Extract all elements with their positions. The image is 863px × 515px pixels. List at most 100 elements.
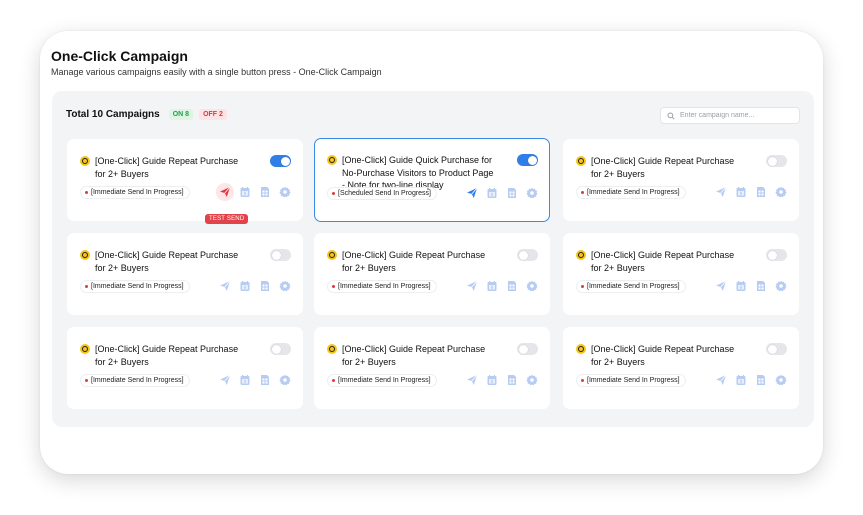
calendar-icon[interactable] (238, 279, 251, 292)
status-dot (581, 285, 584, 288)
campaign-summary: Total 10 Campaigns ON 8 OFF 2 (66, 109, 227, 120)
campaign-header: [One-Click] Guide Repeat Purchase for 2+… (327, 343, 497, 368)
page-subtitle: Manage various campaigns easily with a s… (51, 67, 382, 77)
campaign-title: [One-Click] Guide Repeat Purchase for 2+… (95, 344, 239, 367)
campaign-actions (465, 186, 538, 199)
coin-icon (80, 344, 90, 354)
document-icon[interactable] (505, 279, 518, 292)
campaign-title: [One-Click] Guide Repeat Purchase for 2+… (342, 250, 486, 273)
status-badge: [Immediate Send In Progress] (576, 186, 686, 199)
calendar-icon[interactable] (238, 373, 251, 386)
gear-icon[interactable] (278, 279, 291, 292)
campaign-card[interactable]: [One-Click] Guide Repeat Purchase for 2+… (314, 327, 550, 409)
campaign-toggle[interactable] (766, 155, 787, 167)
coin-icon (327, 250, 337, 260)
campaign-toggle[interactable] (517, 249, 538, 261)
paper-plane-icon[interactable] (714, 185, 727, 198)
status-dot (332, 192, 335, 195)
campaign-toggle[interactable] (270, 155, 291, 167)
campaign-toggle[interactable] (766, 249, 787, 261)
campaign-title: [One-Click] Guide Repeat Purchase for 2+… (591, 250, 735, 273)
status-badge: [Immediate Send In Progress] (80, 280, 190, 293)
status-text: [Scheduled Send In Progress] (338, 190, 432, 197)
campaign-card[interactable]: [One-Click] Guide Repeat Purchase for 2+… (314, 233, 550, 315)
campaign-toggle[interactable] (270, 343, 291, 355)
gear-icon[interactable] (525, 373, 538, 386)
document-icon[interactable] (505, 373, 518, 386)
campaign-actions (714, 279, 787, 292)
coin-icon (576, 156, 586, 166)
gear-icon[interactable] (525, 279, 538, 292)
calendar-icon[interactable] (734, 185, 747, 198)
gear-icon[interactable] (278, 373, 291, 386)
campaign-search[interactable] (660, 107, 800, 124)
status-text: [Immediate Send In Progress] (338, 283, 431, 290)
campaign-actions (465, 373, 538, 386)
campaign-title: [One-Click] Guide Repeat Purchase for 2+… (95, 250, 239, 273)
calendar-icon[interactable] (485, 186, 498, 199)
campaign-title: [One-Click] Guide Repeat Purchase for 2+… (95, 156, 239, 179)
campaign-card[interactable]: [One-Click] Guide Repeat Purchase for 2+… (67, 233, 303, 315)
campaign-actions (215, 182, 291, 201)
paper-plane-icon[interactable] (218, 279, 231, 292)
document-icon[interactable] (754, 373, 767, 386)
calendar-icon[interactable] (734, 279, 747, 292)
campaign-header: [One-Click] Guide Repeat Purchase for 2+… (576, 343, 746, 368)
campaign-panel: Total 10 Campaigns ON 8 OFF 2 [One-Click… (52, 91, 814, 427)
status-badge: [Immediate Send In Progress] (80, 186, 190, 199)
calendar-icon[interactable] (238, 185, 251, 198)
search-icon (667, 107, 675, 125)
calendar-icon[interactable] (734, 373, 747, 386)
calendar-icon[interactable] (485, 373, 498, 386)
off-count-badge: OFF 2 (199, 109, 227, 120)
document-icon[interactable] (754, 185, 767, 198)
campaign-card[interactable]: [One-Click] Guide Repeat Purchase for 2+… (67, 139, 303, 224)
document-icon[interactable] (258, 279, 271, 292)
search-input[interactable] (680, 112, 790, 119)
gear-icon[interactable] (774, 185, 787, 198)
campaign-card[interactable]: [One-Click] Guide Repeat Purchase for 2+… (563, 233, 799, 315)
campaign-toggle[interactable] (517, 343, 538, 355)
calendar-icon[interactable] (485, 279, 498, 292)
campaign-toggle[interactable] (517, 154, 538, 166)
document-icon[interactable] (505, 186, 518, 199)
test-send-tooltip: TEST SEND (205, 214, 249, 224)
paper-plane-icon[interactable] (215, 182, 234, 201)
status-text: [Immediate Send In Progress] (91, 377, 184, 384)
gear-icon[interactable] (774, 373, 787, 386)
campaign-card[interactable]: [One-Click] Guide Repeat Purchase for 2+… (563, 139, 799, 221)
campaign-toggle[interactable] (766, 343, 787, 355)
paper-plane-icon[interactable] (465, 279, 478, 292)
document-icon[interactable] (258, 373, 271, 386)
campaign-card[interactable]: [One-Click] Guide Repeat Purchase for 2+… (563, 327, 799, 409)
coin-icon (80, 156, 90, 166)
document-icon[interactable] (258, 185, 271, 198)
paper-plane-icon[interactable] (465, 373, 478, 386)
paper-plane-icon[interactable] (218, 373, 231, 386)
paper-plane-icon[interactable] (714, 279, 727, 292)
campaign-card[interactable]: [One-Click] Guide Quick Purchase for No-… (314, 138, 550, 222)
status-text: [Immediate Send In Progress] (587, 377, 680, 384)
coin-icon (576, 344, 586, 354)
paper-plane-icon[interactable] (714, 373, 727, 386)
status-dot (581, 379, 584, 382)
gear-icon[interactable] (525, 186, 538, 199)
campaign-toggle[interactable] (270, 249, 291, 261)
status-text: [Immediate Send In Progress] (91, 283, 184, 290)
status-dot (85, 285, 88, 288)
campaign-header: [One-Click] Guide Repeat Purchase for 2+… (327, 249, 497, 274)
gear-icon[interactable] (278, 185, 291, 198)
document-icon[interactable] (754, 279, 767, 292)
status-dot (85, 191, 88, 194)
paper-plane-icon[interactable] (465, 186, 478, 199)
status-badge: [Immediate Send In Progress] (80, 374, 190, 387)
status-dot (85, 379, 88, 382)
campaign-card[interactable]: [One-Click] Guide Repeat Purchase for 2+… (67, 327, 303, 409)
coin-icon (327, 155, 337, 165)
gear-icon[interactable] (774, 279, 787, 292)
campaign-actions (714, 185, 787, 198)
campaign-header: [One-Click] Guide Repeat Purchase for 2+… (80, 155, 250, 180)
total-campaigns-label: Total 10 Campaigns (66, 109, 160, 120)
campaign-title: [One-Click] Guide Repeat Purchase for 2+… (342, 344, 486, 367)
status-badge: [Scheduled Send In Progress] (327, 187, 438, 200)
